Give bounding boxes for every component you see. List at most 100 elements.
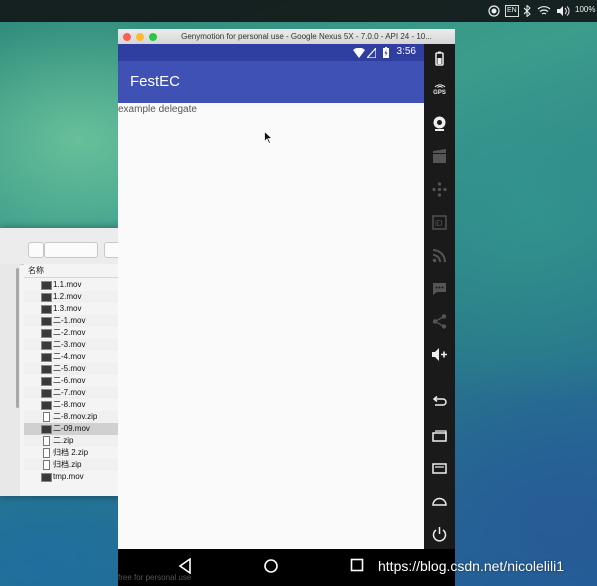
back-icon[interactable] bbox=[431, 394, 448, 411]
file-name: 归档.zip bbox=[53, 460, 82, 469]
file-row[interactable]: 归档 2.zip bbox=[24, 447, 124, 459]
icon-view-button[interactable] bbox=[28, 242, 44, 258]
power-icon[interactable] bbox=[431, 526, 448, 543]
zip-file-icon bbox=[43, 460, 50, 470]
file-name: 1.2.mov bbox=[53, 292, 82, 301]
file-row[interactable]: 二-5.mov bbox=[24, 363, 124, 375]
finder-scrollbar[interactable] bbox=[16, 268, 19, 408]
genymotion-toolbar: GPS iD bbox=[424, 44, 455, 549]
nav-recents-button[interactable] bbox=[350, 558, 364, 572]
zip-file-icon bbox=[43, 448, 50, 458]
record-icon[interactable] bbox=[488, 5, 500, 17]
movie-file-icon bbox=[41, 329, 52, 338]
mouse-cursor-icon bbox=[264, 131, 273, 144]
file-row[interactable]: 1.1.mov bbox=[24, 279, 124, 291]
personal-use-note: free for personal use bbox=[118, 573, 192, 582]
file-row[interactable]: tmp.mov bbox=[24, 471, 124, 483]
status-time: 3:56 bbox=[396, 46, 416, 57]
file-row[interactable]: 二-09.mov bbox=[24, 423, 124, 435]
file-row[interactable]: 1.2.mov bbox=[24, 291, 124, 303]
status-bar: 3:56 bbox=[118, 44, 424, 61]
file-name: 二-2.mov bbox=[53, 328, 86, 337]
file-row[interactable]: 二.zip bbox=[24, 435, 124, 447]
close-window-button[interactable] bbox=[123, 33, 131, 41]
volume-icon[interactable] bbox=[556, 5, 570, 17]
file-row[interactable]: 二-8.mov.zip bbox=[24, 411, 124, 423]
zip-file-icon bbox=[43, 436, 50, 446]
window-title: Genymotion for personal use - Google Nex… bbox=[181, 32, 432, 41]
id-icon: iD bbox=[432, 215, 447, 230]
file-row[interactable]: 二-1.mov bbox=[24, 315, 124, 327]
finder-toolbar bbox=[0, 228, 124, 265]
gps-label: GPS bbox=[433, 90, 446, 96]
file-row[interactable]: 二-6.mov bbox=[24, 375, 124, 387]
share-icon bbox=[432, 314, 447, 329]
home-icon[interactable] bbox=[431, 493, 448, 510]
movie-file-icon bbox=[41, 425, 52, 434]
svg-text:iD: iD bbox=[435, 219, 443, 228]
gps-icon[interactable]: GPS bbox=[428, 82, 451, 97]
wifi-icon[interactable] bbox=[537, 5, 551, 17]
minimize-window-button[interactable] bbox=[136, 33, 144, 41]
app-title: FestEC bbox=[130, 73, 181, 90]
file-row[interactable]: 二-7.mov bbox=[24, 387, 124, 399]
input-method-indicator[interactable]: EN bbox=[505, 5, 519, 17]
volume-up-icon[interactable] bbox=[431, 346, 448, 363]
dpad-icon bbox=[432, 182, 447, 197]
file-name: 二-4.mov bbox=[53, 352, 86, 361]
movie-file-icon bbox=[41, 341, 52, 350]
file-row[interactable]: 归档.zip bbox=[24, 459, 124, 471]
movie-file-icon bbox=[41, 353, 52, 362]
blog-url-watermark: https://blog.csdn.net/nicolelili1 bbox=[378, 558, 564, 574]
file-name: 归档 2.zip bbox=[53, 448, 89, 457]
genymotion-titlebar: Genymotion for personal use - Google Nex… bbox=[118, 29, 455, 45]
file-row[interactable]: 1.3.mov bbox=[24, 303, 124, 315]
file-name: 1.1.mov bbox=[53, 280, 82, 289]
file-name: 二-8.mov.zip bbox=[53, 412, 98, 421]
battery-charging-icon bbox=[383, 47, 389, 58]
file-name: 二-8.mov bbox=[53, 400, 86, 409]
file-name: 1.3.mov bbox=[53, 304, 82, 313]
zoom-window-button[interactable] bbox=[149, 33, 157, 41]
movie-file-icon bbox=[41, 317, 52, 326]
file-name: 二-6.mov bbox=[53, 376, 86, 385]
app-bar: FestEC bbox=[118, 61, 424, 103]
file-name: 二-3.mov bbox=[53, 340, 86, 349]
zip-file-icon bbox=[43, 412, 50, 422]
wifi-signal-icon bbox=[353, 48, 365, 58]
view-mode-segmented[interactable] bbox=[44, 242, 98, 258]
finder-window: 名称 1.1.mov 1.2.mov 1.3.mov 二-1.mov 二-2.mov 二-… bbox=[0, 228, 124, 496]
file-row[interactable]: 二-4.mov bbox=[24, 351, 124, 363]
recent-apps-icon[interactable] bbox=[431, 427, 448, 444]
name-column-header[interactable]: 名称 bbox=[24, 264, 124, 278]
bluetooth-icon[interactable] bbox=[521, 5, 533, 17]
nav-home-button[interactable] bbox=[263, 558, 279, 574]
file-list: 1.1.mov 1.2.mov 1.3.mov 二-1.mov 二-2.mov 二-3.m… bbox=[24, 279, 124, 483]
movie-file-icon bbox=[41, 281, 52, 290]
menu-icon[interactable] bbox=[431, 460, 448, 477]
battery-percent[interactable]: 100% bbox=[575, 5, 595, 14]
file-name: 二-09.mov bbox=[53, 424, 90, 433]
webcam-icon[interactable] bbox=[431, 115, 448, 132]
android-screen[interactable]: 3:56 FestEC example delegate free for pe… bbox=[118, 44, 455, 586]
delegate-text: example delegate bbox=[118, 104, 197, 115]
movie-file-icon bbox=[41, 377, 52, 386]
file-name: 二-5.mov bbox=[53, 364, 86, 373]
nav-back-button[interactable] bbox=[178, 558, 192, 574]
file-row[interactable]: 二-3.mov bbox=[24, 339, 124, 351]
battery-icon[interactable] bbox=[431, 50, 448, 67]
file-row[interactable]: 二-2.mov bbox=[24, 327, 124, 339]
file-name: tmp.mov bbox=[53, 472, 84, 481]
clapboard-icon bbox=[433, 149, 446, 163]
file-row[interactable]: 二-8.mov bbox=[24, 399, 124, 411]
file-name: 二-1.mov bbox=[53, 316, 86, 325]
movie-file-icon bbox=[41, 365, 52, 374]
sms-icon bbox=[433, 283, 446, 295]
movie-file-icon bbox=[41, 401, 52, 410]
movie-file-icon bbox=[41, 293, 52, 302]
rss-icon bbox=[432, 249, 446, 263]
movie-file-icon bbox=[41, 389, 52, 398]
movie-file-icon bbox=[41, 305, 52, 314]
cell-signal-icon bbox=[367, 48, 376, 58]
file-name: 二-7.mov bbox=[53, 388, 86, 397]
